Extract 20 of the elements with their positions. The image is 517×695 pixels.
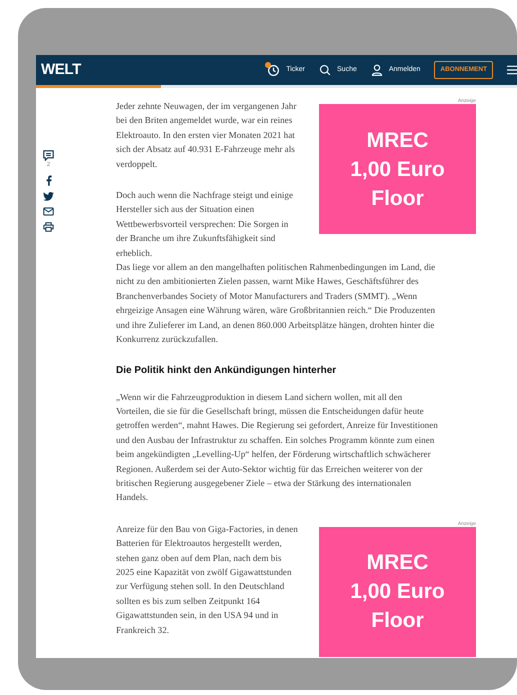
- ad-text: 1,00 Euro: [350, 579, 445, 606]
- ad-text: MREC: [366, 550, 428, 576]
- mail-icon[interactable]: [43, 207, 54, 216]
- ad-text: MREC: [366, 128, 428, 154]
- menu-icon[interactable]: [507, 65, 517, 75]
- ad-text: Floor: [371, 608, 424, 634]
- article-paragraph: Anreize für den Bau von Giga-Factories, in denen Batterien für Elektroautos hergestellt werden, stehen ganz oben auf dem Plan, nach dem bis 2025 eine Kapazität von zwölf Gigawattstunden zur Verfügung stehen soll. In den Deutschland sollten es bis zum selben Zeitpunkt 164 Gigawattstunden sein, in den USA 94 und in Frankreich 32.: [116, 522, 299, 637]
- article-paragraph: „Wenn wir die Fahrzeugproduktion in diesem Land sichern wollen, mit all den Vorteilen, die sie für die Gesellschaft bringt, müssen die Entscheidungen dafür heute getroffen werden“, mahnt Hawes. Die Regierung sei gefordert, Anreize für Investitionen und den Ausbau der Infrastruktur zu schaffen. Ein solches Programm könnte zum einen beim angekündigten „Levelling-Up“ helfen, der Förderung wirtschaftlich schwächerer Regionen. Außerdem sei der Auto-Sektor wichtig für das Erreichen weiterer von der britischen Regierung ausgegebener Ziele – etwa der Stärkung des internationalen Handels.: [116, 390, 438, 504]
- ad-text: Floor: [371, 186, 424, 212]
- search-icon: [319, 64, 332, 76]
- section-heading: Die Politik hinkt den Ankündigungen hinterher: [116, 364, 338, 378]
- article-paragraph: Jeder zehnte Neuwagen, der im vergangenen Jahr bei den Briten angemeldet wurde, war ein reines Elektroauto. In den ersten vier Monaten 2021 hat sich der Absatz auf 40.931 E-Fahrzeuge mehr als verdoppelt.: [116, 100, 298, 171]
- twitter-icon[interactable]: [43, 192, 54, 201]
- user-icon: [370, 64, 383, 76]
- logo[interactable]: WELT: [41, 58, 81, 82]
- ad-text: 1,00 Euro: [350, 156, 445, 182]
- article-text: Doch auch wenn die Nachfrage steigt und einige Hersteller sich aus der Situation einen Wettbewerbsvorteil versprechen: Die Sorgen in der Branche um ihre Zukunftsfähigkeit sind erheblich.: [116, 189, 294, 260]
- printer-icon[interactable]: [43, 222, 54, 232]
- comment-icon[interactable]: [43, 150, 54, 161]
- article-text: Das liege vor allem an den mangelhaften politischen Rahmenbedingungen im Land, die nicht zu den ambitionierten Zielen passen, warnt Mike Hawes, Geschäftsführer des Branchenverbandes Society of Motor Manufacturers and Traders (SMMT). „Wenn ehrgeizige Ansagen eine Währung wären, wäre Großbritannien reich.“ Die Produzenten und ihre Zulieferer im Land, an denen 860.000 Arbeitsplätze hängen, drohten hinter die Konkurrenz zurückzufallen.: [116, 261, 436, 346]
